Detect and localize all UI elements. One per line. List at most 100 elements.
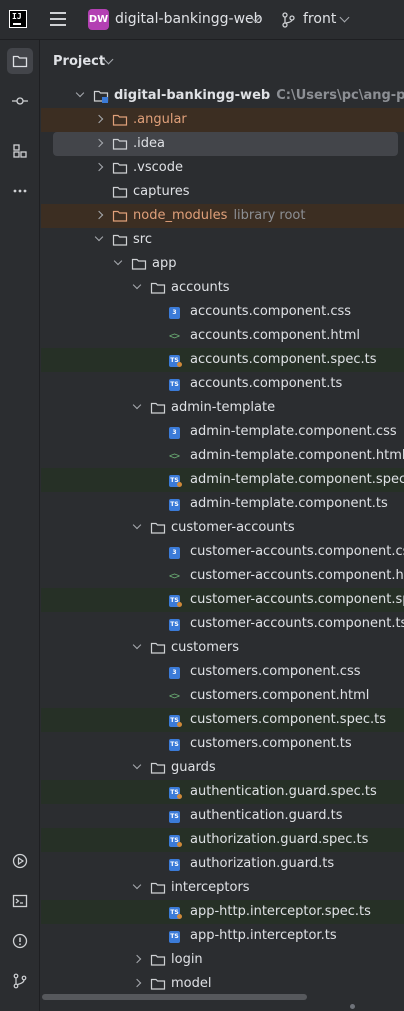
tree-file-row[interactable]: TS accounts.component.spec.ts	[41, 348, 404, 372]
test-file-icon: TS	[169, 832, 185, 848]
chevron-right-icon[interactable]	[94, 114, 104, 124]
tree-item-text: customers.component.css	[190, 664, 361, 679]
run-tool-button[interactable]	[7, 848, 33, 874]
chevron-right-icon[interactable]	[132, 954, 142, 964]
tree-item-label: app-http.interceptor.spec.ts	[190, 904, 371, 919]
tree-file-row[interactable]: TS customer-accounts.component.spec.	[41, 588, 404, 612]
tree-folder-row[interactable]: customers	[41, 636, 404, 660]
tree-item-label: src	[133, 232, 152, 247]
tree-item-label: accounts.component.spec.ts	[190, 352, 377, 367]
tree-file-row[interactable]: TS customer-accounts.component.ts	[41, 612, 404, 636]
tree-item-text: customers.component.ts	[190, 736, 352, 751]
horizontal-scrollbar[interactable]	[42, 994, 307, 1000]
branch-selector[interactable]: front	[303, 11, 336, 27]
main-menu-icon[interactable]	[50, 12, 66, 26]
chevron-right-icon[interactable]	[94, 210, 104, 220]
tree-item-label: digital-bankingg-web C:\Users\pc\ang-proj…	[114, 88, 404, 103]
tree-file-row[interactable]: TS customers.component.spec.ts	[41, 708, 404, 732]
folder-icon	[131, 256, 147, 272]
more-tool-button[interactable]	[7, 178, 33, 204]
tool-window-stripe	[0, 40, 40, 1011]
chevron-right-icon[interactable]	[132, 978, 142, 988]
problems-tool-button[interactable]	[7, 928, 33, 954]
tree-folder-row[interactable]: node_modules library root	[41, 204, 404, 228]
tree-folder-row[interactable]: interceptors	[41, 876, 404, 900]
tree-file-row[interactable]: TS admin-template.component.ts	[41, 492, 404, 516]
tree-file-row[interactable]: TS authorization.guard.ts	[41, 852, 404, 876]
tree-item-text: accounts.component.ts	[190, 376, 343, 391]
tree-item-text: .vscode	[133, 160, 183, 175]
structure-tool-button[interactable]	[7, 138, 33, 164]
project-tool-button[interactable]	[7, 48, 33, 74]
tree-file-row[interactable]: TS accounts.component.ts	[41, 372, 404, 396]
intellij-logo-icon: IJ	[9, 10, 27, 28]
git-tool-button[interactable]	[7, 968, 33, 994]
tree-file-row[interactable]: TS authentication.guard.ts	[41, 804, 404, 828]
tree-file-row[interactable]: TS authentication.guard.spec.ts	[41, 780, 404, 804]
project-selector[interactable]: digital-bankingg-web	[115, 11, 263, 27]
tree-file-row[interactable]: 3 customers.component.css	[41, 660, 404, 684]
chevron-down-icon[interactable]	[94, 232, 104, 242]
chevron-down-icon[interactable]	[132, 880, 142, 890]
project-badge[interactable]: DW	[88, 9, 109, 30]
tree-folder-row[interactable]: captures	[41, 180, 404, 204]
tree-folder-row[interactable]: .angular	[41, 108, 404, 132]
problems-icon	[12, 933, 28, 949]
tree-item-label: accounts.component.html	[190, 328, 360, 343]
folder-icon	[112, 232, 128, 248]
tree-item-text: customer-accounts.component.spec.	[190, 592, 404, 607]
tree-item-label: node_modules library root	[133, 208, 305, 223]
tree-file-row[interactable]: TS app-http.interceptor.spec.ts	[41, 900, 404, 924]
folder-icon	[112, 160, 128, 176]
chevron-right-icon[interactable]	[94, 138, 104, 148]
chevron-down-icon[interactable]	[132, 400, 142, 410]
tree-file-row[interactable]: <> admin-template.component.html	[41, 444, 404, 468]
project-panel-header: Project	[41, 40, 404, 84]
tree-file-row[interactable]: <> customer-accounts.component.html	[41, 564, 404, 588]
chevron-right-icon[interactable]	[94, 162, 104, 172]
chevron-down-icon[interactable]	[132, 640, 142, 650]
tree-item-text: login	[171, 952, 203, 967]
tree-folder-row[interactable]: accounts	[41, 276, 404, 300]
tree-file-row[interactable]: TS authorization.guard.spec.ts	[41, 828, 404, 852]
chevron-down-icon[interactable]	[113, 256, 123, 266]
tree-folder-row[interactable]: login	[41, 948, 404, 972]
tree-item-text: admin-template.component.html	[190, 448, 404, 463]
commit-tool-button[interactable]	[7, 88, 33, 114]
tree-folder-row[interactable]: customer-accounts	[41, 516, 404, 540]
chevron-down-icon[interactable]	[132, 760, 142, 770]
tree-folder-row[interactable]: guards	[41, 756, 404, 780]
terminal-tool-button[interactable]	[7, 888, 33, 914]
excluded-folder-icon	[112, 112, 128, 128]
tree-folder-row[interactable]: .idea	[53, 132, 398, 156]
tree-item-text: customer-accounts.component.ts	[190, 616, 404, 631]
tree-file-row[interactable]: TS app-http.interceptor.ts	[41, 924, 404, 948]
tree-folder-row[interactable]: model	[41, 972, 404, 992]
chevron-down-icon[interactable]	[132, 280, 142, 290]
chevron-down-icon[interactable]	[339, 12, 350, 23]
tree-file-row[interactable]: <> customers.component.html	[41, 684, 404, 708]
tree-folder-row[interactable]: digital-bankingg-web C:\Users\pc\ang-proj…	[41, 84, 404, 108]
chevron-down-icon[interactable]	[132, 520, 142, 530]
tree-folder-row[interactable]: app	[41, 252, 404, 276]
tree-item-text: digital-bankingg-web	[114, 88, 271, 103]
run-icon	[12, 853, 28, 869]
chevron-down-icon[interactable]	[75, 88, 85, 98]
tree-item-text: customer-accounts	[171, 520, 295, 535]
tree-folder-row[interactable]: .vscode	[41, 156, 404, 180]
tree-file-row[interactable]: 3 customer-accounts.component.css	[41, 540, 404, 564]
tree-file-row[interactable]: TS admin-template.component.spec.ts	[41, 468, 404, 492]
tree-file-row[interactable]: 3 accounts.component.css	[41, 300, 404, 324]
terminal-icon	[12, 894, 28, 908]
tree-folder-row[interactable]: src	[41, 228, 404, 252]
tree-file-row[interactable]: 3 admin-template.component.css	[41, 420, 404, 444]
tree-file-row[interactable]: TS customers.component.ts	[41, 732, 404, 756]
tree-file-row[interactable]: <> accounts.component.html	[41, 324, 404, 348]
typescript-file-icon: TS	[169, 496, 185, 512]
tree-folder-row[interactable]: admin-template	[41, 396, 404, 420]
tree-item-label: admin-template	[171, 400, 275, 415]
panel-title[interactable]: Project	[53, 54, 105, 69]
folder-icon	[112, 136, 128, 152]
html-file-icon: <>	[169, 571, 180, 582]
tree-item-text: accounts.component.html	[190, 328, 360, 343]
